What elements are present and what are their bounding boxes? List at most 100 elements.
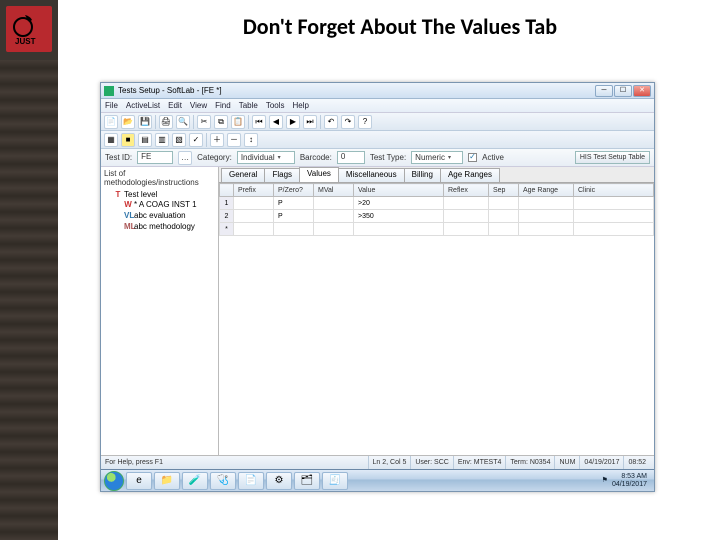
col-icon[interactable]: ▥: [155, 133, 169, 147]
col-sep[interactable]: Sep: [489, 184, 519, 197]
tray-date: 04/19/2017: [612, 481, 647, 489]
values-grid[interactable]: Prefix P/Zero? MVal Value Reflex Sep Age…: [219, 183, 654, 236]
test-type-select[interactable]: Numeric: [411, 151, 463, 164]
toolbar-1: 📄 📂 💾 🖨 🔍 ✂ ⧉ 📋 ⏮ ◀ ▶ ⏭ ↶ ↷ ?: [101, 113, 654, 131]
vl-icon: VL: [124, 211, 132, 220]
tree-node-test-level[interactable]: TTest level W* A COAG INST 1 VLabc evalu…: [104, 189, 215, 233]
new-icon[interactable]: 📄: [104, 115, 118, 129]
print-icon[interactable]: 🖨: [159, 115, 173, 129]
table-row[interactable]: 2 P >350: [220, 210, 654, 223]
first-icon[interactable]: ⏮: [252, 115, 266, 129]
copy-icon[interactable]: ⧉: [214, 115, 228, 129]
col-clinic[interactable]: Clinic: [574, 184, 654, 197]
tab-general[interactable]: General: [221, 168, 265, 182]
tree-node-method[interactable]: MLabc methodology: [114, 221, 215, 232]
tray-flag-icon[interactable]: ⚑: [602, 477, 608, 485]
window-title: Tests Setup - SoftLab - [FE *]: [118, 86, 595, 95]
his-test-setup-button[interactable]: HIS Test Setup Table: [575, 151, 650, 164]
app-window: Tests Setup - SoftLab - [FE *] ─ ☐ ✕ Fil…: [100, 82, 655, 492]
task-app4-icon[interactable]: ⚙: [266, 472, 292, 490]
table-row[interactable]: 1 P >20: [220, 197, 654, 210]
task-app1-icon[interactable]: 🧪: [182, 472, 208, 490]
status-term: Term: N0354: [505, 456, 554, 470]
status-num: NUM: [554, 456, 579, 470]
cut-icon[interactable]: ✂: [197, 115, 211, 129]
menu-edit[interactable]: Edit: [168, 101, 182, 110]
menu-file[interactable]: File: [105, 101, 118, 110]
titlebar[interactable]: Tests Setup - SoftLab - [FE *] ─ ☐ ✕: [101, 83, 654, 99]
category-label: Category:: [197, 153, 232, 162]
maximize-button[interactable]: ☐: [614, 85, 632, 97]
yellow-icon[interactable]: ■: [121, 133, 135, 147]
task-app3-icon[interactable]: 📄: [238, 472, 264, 490]
menu-tools[interactable]: Tools: [266, 101, 285, 110]
open-icon[interactable]: 📂: [121, 115, 135, 129]
start-button[interactable]: [104, 471, 124, 491]
paste-icon[interactable]: 📋: [231, 115, 245, 129]
next-icon[interactable]: ▶: [286, 115, 300, 129]
col-mval[interactable]: MVal: [314, 184, 354, 197]
active-checkbox[interactable]: [468, 153, 477, 162]
col-value[interactable]: Value: [354, 184, 444, 197]
lookup-icon[interactable]: …: [178, 151, 192, 165]
task-app2-icon[interactable]: 🩺: [210, 472, 236, 490]
col-reflex[interactable]: Reflex: [444, 184, 489, 197]
row-icon[interactable]: ▤: [138, 133, 152, 147]
task-app5-icon[interactable]: 🗂: [294, 472, 320, 490]
tab-flags[interactable]: Flags: [264, 168, 300, 182]
just-logo: JUST: [6, 6, 52, 52]
menu-find[interactable]: Find: [215, 101, 231, 110]
redo-icon[interactable]: ↷: [341, 115, 355, 129]
col-age[interactable]: Age Range: [519, 184, 574, 197]
w-icon: W: [124, 200, 132, 209]
col-pzero[interactable]: P/Zero?: [274, 184, 314, 197]
check-icon[interactable]: ✓: [189, 133, 203, 147]
toolbar-2: ▦ ■ ▤ ▥ ▧ ✓ ＋ － ↕: [101, 131, 654, 149]
menubar: File ActiveList Edit View Find Table Too…: [101, 99, 654, 113]
task-explorer-icon[interactable]: 📁: [154, 472, 180, 490]
grid-icon[interactable]: ▦: [104, 133, 118, 147]
barcode-input[interactable]: 0: [337, 151, 365, 164]
tree-node-coag[interactable]: W* A COAG INST 1: [114, 199, 215, 210]
t-icon: T: [114, 190, 122, 199]
table-icon[interactable]: ▧: [172, 133, 186, 147]
tab-billing[interactable]: Billing: [404, 168, 441, 182]
minimize-button[interactable]: ─: [595, 85, 613, 97]
preview-icon[interactable]: 🔍: [176, 115, 190, 129]
taskbar: e 📁 🧪 🩺 📄 ⚙ 🗂 🧾 ⚑ 8:53 AM 04/19/2017: [101, 469, 654, 491]
left-pane: List of methodologies/instructions TTest…: [101, 167, 219, 455]
active-label: Active: [482, 153, 504, 162]
help-icon[interactable]: ?: [358, 115, 372, 129]
status-date: 04/19/2017: [579, 456, 623, 470]
tree-node-eval[interactable]: VLabc evaluation: [114, 210, 215, 221]
tabstrip: General Flags Values Miscellaneous Billi…: [219, 167, 654, 183]
menu-help[interactable]: Help: [293, 101, 309, 110]
expand-icon[interactable]: ↕: [244, 133, 258, 147]
col-prefix[interactable]: Prefix: [234, 184, 274, 197]
last-icon[interactable]: ⏭: [303, 115, 317, 129]
category-select[interactable]: Individual: [237, 151, 295, 164]
test-type-label: Test Type:: [370, 153, 406, 162]
menu-table[interactable]: Table: [239, 101, 258, 110]
table-row-new[interactable]: *: [220, 223, 654, 236]
ml-icon: ML: [124, 222, 132, 231]
prev-icon[interactable]: ◀: [269, 115, 283, 129]
menu-view[interactable]: View: [190, 101, 207, 110]
status-pos: Ln 2, Col 5: [368, 456, 411, 470]
delete-icon[interactable]: －: [227, 133, 241, 147]
status-help: For Help, press F1: [105, 459, 163, 466]
tab-values[interactable]: Values: [299, 167, 339, 182]
task-app6-icon[interactable]: 🧾: [322, 472, 348, 490]
tab-misc[interactable]: Miscellaneous: [338, 168, 405, 182]
close-button[interactable]: ✕: [633, 85, 651, 97]
status-user: User: SCC: [410, 456, 452, 470]
status-env: Env: MTEST4: [453, 456, 506, 470]
svg-text:JUST: JUST: [15, 37, 36, 46]
insert-icon[interactable]: ＋: [210, 133, 224, 147]
test-id-input[interactable]: FE: [137, 151, 173, 164]
task-ie-icon[interactable]: e: [126, 472, 152, 490]
menu-activelist[interactable]: ActiveList: [126, 101, 160, 110]
undo-icon[interactable]: ↶: [324, 115, 338, 129]
save-icon[interactable]: 💾: [138, 115, 152, 129]
tab-ageranges[interactable]: Age Ranges: [440, 168, 500, 182]
